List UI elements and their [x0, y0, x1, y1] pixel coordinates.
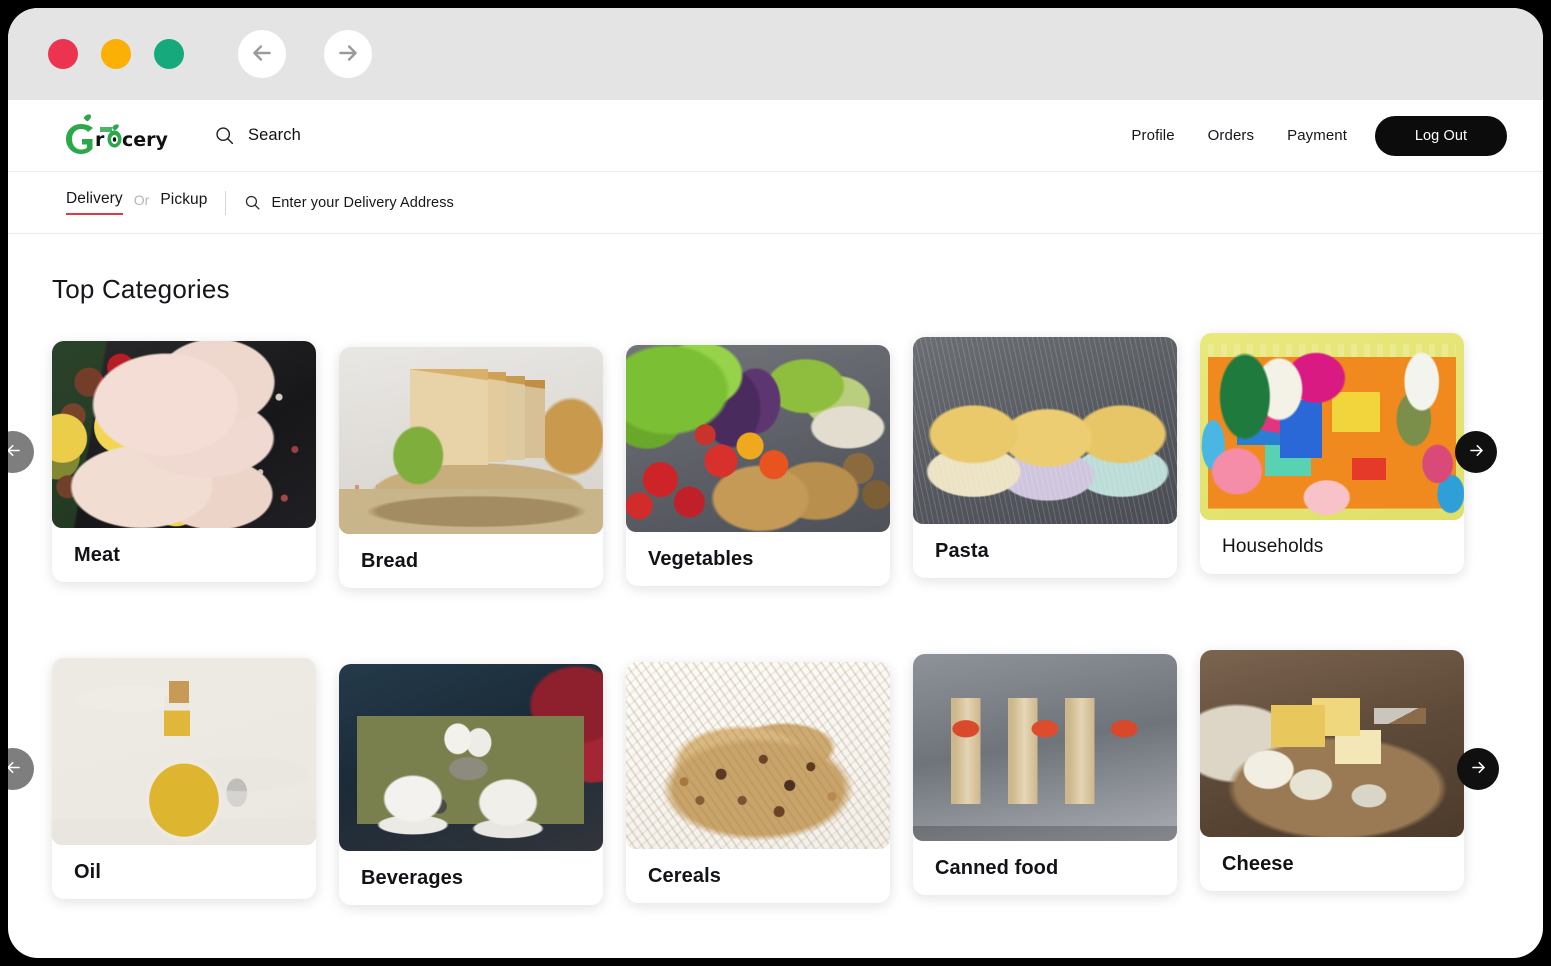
- carousel-next-button[interactable]: [1455, 431, 1497, 473]
- category-label: Cheese: [1222, 852, 1294, 875]
- category-card-beverages[interactable]: Beverages: [339, 664, 603, 905]
- address-search-box[interactable]: Enter your Delivery Address: [244, 194, 454, 211]
- carousel-next-button[interactable]: [1457, 748, 1499, 790]
- delivery-bar: Delivery Or Pickup Enter your Delivery A…: [8, 172, 1543, 234]
- category-image-bread: [339, 347, 603, 534]
- category-card-cheese[interactable]: Cheese: [1200, 650, 1464, 891]
- header-nav: Profile Orders Payment: [1131, 127, 1347, 144]
- brand-logo[interactable]: r cery: [52, 113, 170, 159]
- category-card-bread[interactable]: Bread: [339, 347, 603, 588]
- nav-link-orders[interactable]: Orders: [1208, 127, 1254, 144]
- category-label: Bread: [361, 549, 419, 572]
- category-image-cheese: [1200, 650, 1464, 837]
- pickup-tab[interactable]: Pickup: [160, 191, 207, 214]
- category-image-beverages: [339, 664, 603, 851]
- category-image-pasta: [913, 337, 1177, 524]
- category-label: Beverages: [361, 866, 464, 889]
- category-label: Cereals: [648, 864, 721, 887]
- browser-titlebar: [8, 8, 1543, 100]
- window-minimize-button[interactable]: [101, 39, 131, 69]
- logout-button[interactable]: Log Out: [1375, 115, 1507, 156]
- category-image-cereals: [626, 662, 890, 849]
- delivery-or-label: Or: [133, 192, 150, 208]
- site-header: r cery Search Profile Orders Payment Log…: [8, 100, 1543, 172]
- category-label: Meat: [74, 543, 120, 566]
- category-carousel-row-2: Oil Beverages Cereals Canned food Cheese: [8, 650, 1543, 912]
- arrow-left-icon: [249, 40, 275, 69]
- category-image-vegetables: [626, 345, 890, 532]
- browser-window: r cery Search Profile Orders Payment Log…: [8, 8, 1543, 958]
- chevron-right-icon: [1467, 441, 1486, 463]
- category-card-vegetables[interactable]: Vegetables: [626, 345, 890, 586]
- category-image-canned-food: [913, 654, 1177, 841]
- category-label: Vegetables: [648, 547, 754, 570]
- category-image-meat: [52, 341, 316, 528]
- category-card-cereals[interactable]: Cereals: [626, 662, 890, 903]
- svg-text:cery: cery: [122, 129, 169, 151]
- category-label: Oil: [74, 860, 101, 883]
- grocery-logo-icon: r cery: [66, 113, 169, 154]
- chevron-left-icon: [8, 441, 23, 463]
- category-carousel-row-1: Meat Bread Vegetables Pasta Households: [8, 333, 1543, 595]
- address-search-icon: [244, 194, 261, 211]
- chevron-right-icon: [1469, 758, 1488, 780]
- category-label: Households: [1222, 536, 1324, 557]
- category-card-households[interactable]: Households: [1200, 333, 1464, 574]
- delivery-tab[interactable]: Delivery: [66, 190, 123, 215]
- svg-text:r: r: [95, 129, 105, 151]
- category-label: Canned food: [935, 856, 1059, 879]
- category-card-meat[interactable]: Meat: [52, 341, 316, 582]
- browser-forward-button[interactable]: [324, 30, 372, 78]
- browser-back-button[interactable]: [238, 30, 286, 78]
- category-card-pasta[interactable]: Pasta: [913, 337, 1177, 578]
- nav-link-payment[interactable]: Payment: [1287, 127, 1347, 144]
- category-image-oil: [52, 658, 316, 845]
- nav-link-profile[interactable]: Profile: [1131, 127, 1174, 144]
- page-title: Top Categories: [52, 274, 230, 304]
- search-input[interactable]: Search: [248, 126, 301, 145]
- arrow-right-icon: [335, 40, 361, 69]
- category-card-canned-food[interactable]: Canned food: [913, 654, 1177, 895]
- carousel-track: Oil Beverages Cereals Canned food Cheese: [8, 650, 1543, 912]
- carousel-track: Meat Bread Vegetables Pasta Households: [8, 333, 1543, 595]
- address-input[interactable]: Enter your Delivery Address: [271, 195, 453, 211]
- chevron-left-icon: [8, 758, 23, 780]
- category-image-households: [1200, 333, 1464, 520]
- category-card-oil[interactable]: Oil: [52, 658, 316, 899]
- search-icon: [214, 125, 235, 146]
- search-box[interactable]: Search: [214, 125, 301, 146]
- category-label: Pasta: [935, 539, 989, 562]
- window-close-button[interactable]: [48, 39, 78, 69]
- delivery-divider: [225, 190, 227, 215]
- window-maximize-button[interactable]: [154, 39, 184, 69]
- main-content: Top Categories Meat Bread Vegetables Pas…: [8, 234, 1543, 912]
